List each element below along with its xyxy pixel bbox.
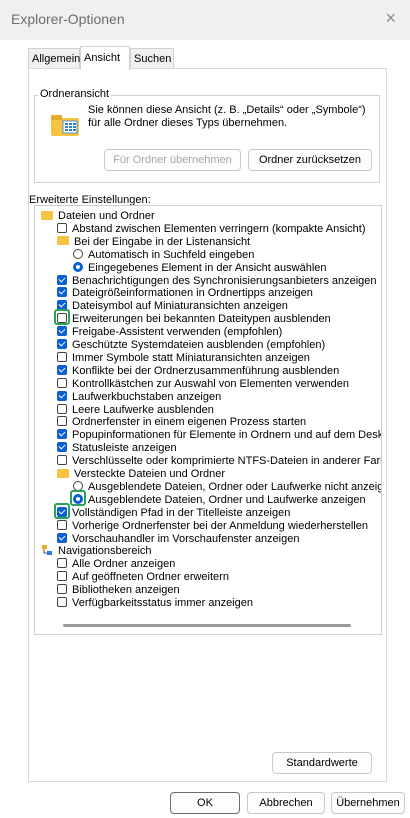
apply-to-folders-button[interactable]: Für Ordner übernehmen <box>104 149 241 171</box>
tab-allgemein[interactable]: Allgemein <box>28 48 80 68</box>
defaults-button[interactable]: Standardwerte <box>272 752 372 774</box>
checkbox-unchecked-icon[interactable] <box>57 571 67 582</box>
checkbox-unchecked-icon[interactable] <box>57 519 67 530</box>
checkbox-checked-icon[interactable] <box>57 326 67 337</box>
folder-view-icon <box>51 115 79 136</box>
checkbox-unchecked-icon[interactable] <box>57 597 67 608</box>
cancel-button[interactable]: Abbrechen <box>247 792 325 814</box>
window-title: Explorer-Optionen <box>11 11 125 27</box>
folder-view-legend: Ordneransicht <box>38 88 112 100</box>
navigation-pane-icon <box>41 544 53 556</box>
checkbox-unchecked-icon[interactable] <box>57 351 67 362</box>
checkbox-unchecked-icon[interactable] <box>57 377 67 388</box>
advanced-settings-tree[interactable]: Dateien und Ordner Abstand zwischen Eleme… <box>34 205 382 635</box>
checkbox-checked-icon[interactable] <box>57 429 67 440</box>
checkbox-unchecked-icon[interactable] <box>57 455 67 466</box>
checkbox-checked-icon[interactable] <box>57 364 67 375</box>
folder-icon <box>57 236 69 246</box>
folder-icon <box>41 210 53 220</box>
folder-icon <box>57 468 69 478</box>
apply-button[interactable]: Übernehmen <box>331 792 405 814</box>
highlight-marker <box>54 502 70 519</box>
checkbox-checked-icon[interactable] <box>57 274 67 285</box>
close-icon[interactable]: × <box>385 8 396 29</box>
checkbox-checked-icon[interactable] <box>57 442 67 453</box>
title-bar: Explorer-Optionen × <box>0 0 410 40</box>
highlight-marker <box>54 309 70 326</box>
checkbox-checked-icon[interactable] <box>57 390 67 401</box>
checkbox-unchecked-icon[interactable] <box>57 558 67 569</box>
folder-view-description: Sie können diese Ansicht (z. B. „Details… <box>88 104 366 129</box>
tree-item-label: Verfügbarkeitsstatus immer anzeigen <box>72 597 253 609</box>
checkbox-checked-icon[interactable] <box>57 532 67 543</box>
checkbox-unchecked-icon[interactable] <box>57 222 67 233</box>
horizontal-scrollbar[interactable] <box>63 624 351 627</box>
checkbox-unchecked-icon[interactable] <box>57 416 67 427</box>
tab-suchen[interactable]: Suchen <box>130 48 174 68</box>
tab-ansicht[interactable]: Ansicht <box>80 46 130 70</box>
highlight-marker <box>70 489 86 506</box>
checkbox-unchecked-icon[interactable] <box>57 584 67 595</box>
checkbox-checked-icon[interactable] <box>57 287 67 298</box>
reset-folders-button[interactable]: Ordner zurücksetzen <box>248 149 372 171</box>
tree-item[interactable]: Verfügbarkeitsstatus immer anzeigen <box>57 595 253 611</box>
ok-button[interactable]: OK <box>170 792 240 814</box>
radio-unselected-icon[interactable] <box>73 248 83 259</box>
checkbox-checked-icon[interactable] <box>57 339 67 350</box>
checkbox-unchecked-icon[interactable] <box>57 403 67 414</box>
radio-selected-icon[interactable] <box>73 261 83 272</box>
